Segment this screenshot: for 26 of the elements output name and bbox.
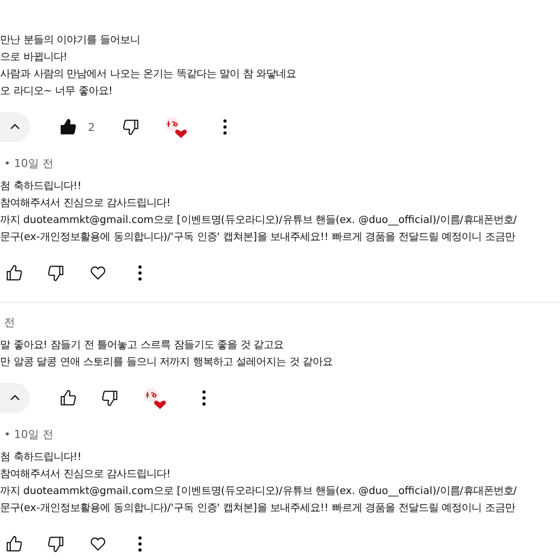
comment-text: 으로 바뀝니다! (0, 50, 68, 65)
comment-text: 만 알콩 달콩 연애 스토리를 들으니 저까지 행복하고 설레어지는 것 같아요 (0, 355, 334, 370)
thumbs-down-icon (122, 118, 140, 136)
thumbs-down-icon (47, 264, 65, 282)
comment-text: 문구(ex-개인정보활용에 동의합니다)/'구독 인증' 캡쳐본]을 보내주세요!! 빠르게 경품을 전달드릴 예정이니 조금만 (0, 501, 516, 516)
comment-text: 까지 duoteammkt@gmail.com으로 [이벤트명(듀오라디오)/유튜브 핸들(ex. @duo__official)/이름/휴대폰번호/ (0, 484, 518, 499)
thumbs-down-icon (47, 535, 65, 553)
comment-text: 말 좋아요! 잠들기 전 틀어놓고 스르륵 잠들기도 좋을 것 같고요 (0, 338, 285, 353)
comment-text: 첨 축하드립니다!! (0, 179, 83, 194)
more-icon (202, 390, 206, 406)
comment-text: 까지 duoteammkt@gmail.com으로 [이벤트명(듀오라디오)/유튜브 핸들(ex. @duo__official)/이름/휴대폰번호/ (0, 213, 518, 228)
comment-text: 만난 분들의 이야기를 들어보니 (0, 33, 141, 48)
thumbs-down-icon (101, 389, 119, 407)
comment-text: 오 라디오~ 너무 좋아요! (0, 84, 114, 99)
more-icon (138, 536, 142, 552)
comment-time: • 10일 전 (3, 427, 54, 443)
like-count: 2 (88, 120, 95, 134)
comment-time: • 10일 전 (3, 156, 54, 172)
comment-text: 문구(ex-개인정보활용에 동의합니다)/'구독 인증' 캡쳐본]을 보내주세요!! 빠르게 경품을 전달드릴 예정이니 조금만 (0, 230, 516, 245)
more-icon (138, 265, 142, 281)
comment-text: 사람과 사람의 만남에서 나오는 온기는 똑같다는 말이 참 와닿네요 (0, 67, 298, 82)
comment-text: 참여해주셔서 진심으로 감사드립니다! (0, 467, 172, 482)
comment-text: 참여해주셔서 진심으로 감사드립니다! (0, 196, 172, 211)
comment-time: 전 (3, 315, 16, 331)
comment-text: 첨 축하드립니다!! (0, 450, 83, 465)
more-icon (223, 119, 227, 135)
